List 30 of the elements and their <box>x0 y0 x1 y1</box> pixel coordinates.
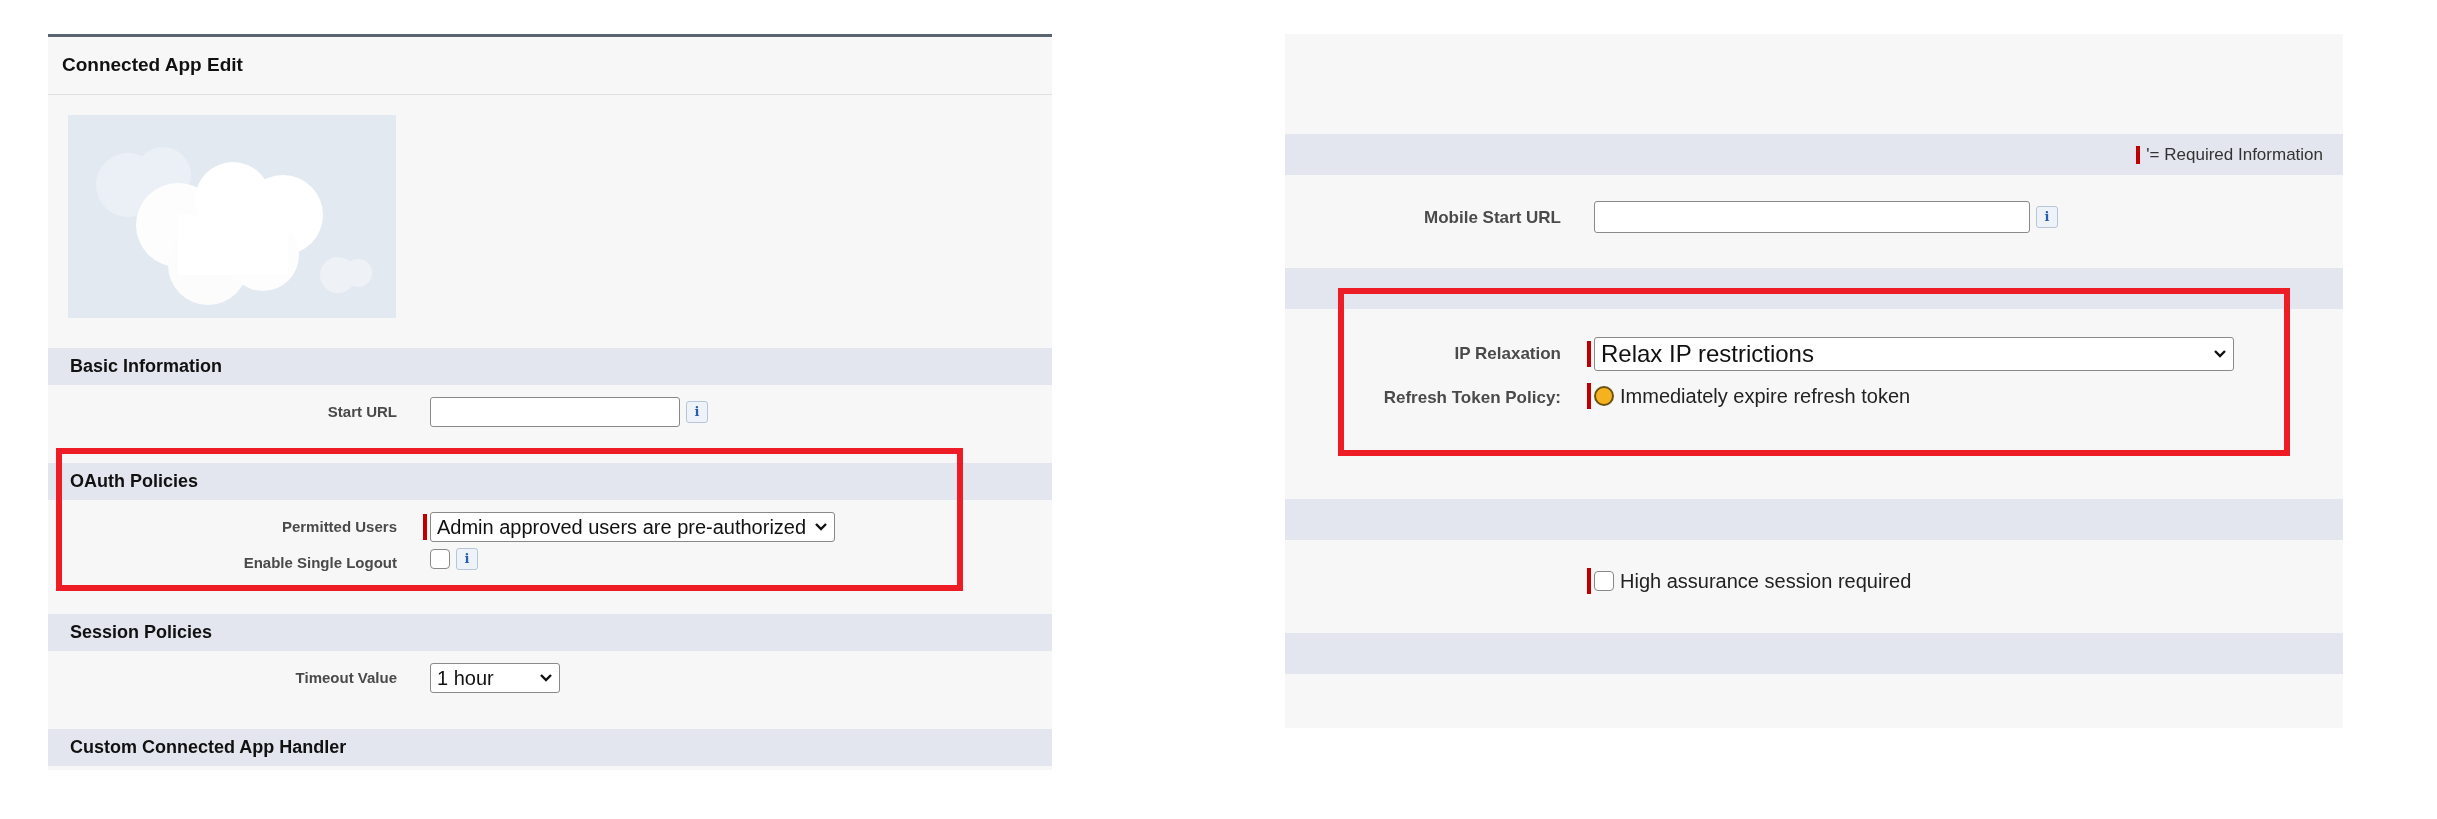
text-field[interactable] <box>430 397 680 427</box>
required-marker <box>2136 145 2141 164</box>
field-label: Start URL <box>327 402 397 422</box>
radio-label: Immediately expire refresh token <box>1620 384 1911 409</box>
info-icon[interactable]: i <box>456 548 478 570</box>
info-icon[interactable]: i <box>2036 206 2058 228</box>
field-label: Refresh Token Policy: <box>1383 387 1561 409</box>
chevron-down-icon <box>2213 349 2227 359</box>
section-title: OAuth Policies <box>70 470 199 493</box>
info-icon[interactable]: i <box>686 401 708 423</box>
section-title: Basic Information <box>70 355 223 378</box>
section-title: Custom Connected App Handler <box>70 736 347 759</box>
chevron-down-icon <box>814 522 829 532</box>
page-title: Connected App Edit <box>62 53 243 78</box>
section-title: Session Policies <box>70 621 213 644</box>
dropdown[interactable]: 1 hour <box>430 663 560 693</box>
field-label: Enable Single Logout <box>243 553 397 573</box>
text-field[interactable] <box>1594 201 2030 233</box>
checkbox[interactable] <box>1594 571 1614 591</box>
chevron-down-icon <box>539 673 553 683</box>
field-label: Mobile Start URL <box>1424 207 1561 229</box>
radio-button[interactable] <box>1594 386 1614 406</box>
checkbox[interactable] <box>430 549 450 569</box>
required-note: '= Required Information <box>2146 143 2323 166</box>
checkbox-label: High assurance session required <box>1620 569 1912 594</box>
dropdown[interactable]: Admin approved users are pre-authorized <box>430 512 836 542</box>
field-label: Permitted Users <box>281 517 397 537</box>
field-label: Timeout Value <box>295 668 397 688</box>
field-label: IP Relaxation <box>1454 343 1561 365</box>
dropdown[interactable]: Relax IP restrictions <box>1594 337 2234 371</box>
